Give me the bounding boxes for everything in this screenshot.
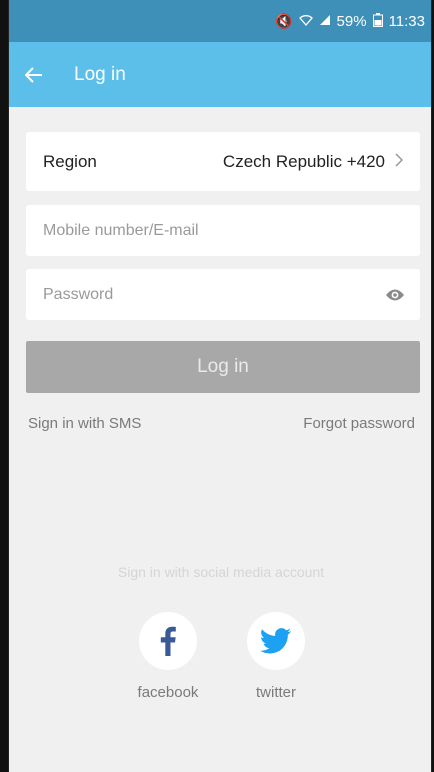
chevron-right-icon	[395, 152, 404, 172]
wifi-icon	[298, 13, 313, 29]
app-bar: Log in	[9, 42, 431, 107]
status-bar: 🔇 59% 11:33	[9, 0, 431, 42]
clock: 11:33	[388, 12, 425, 30]
mobile-field-container	[26, 205, 420, 256]
forgot-password-link[interactable]: Forgot password	[303, 415, 415, 432]
password-input[interactable]	[43, 285, 384, 304]
signal-icon	[319, 13, 331, 29]
password-field-container	[26, 269, 420, 320]
facebook-label: facebook	[137, 684, 199, 701]
region-label: Region	[43, 151, 97, 171]
social-login-heading: Sign in with social media account	[117, 564, 325, 580]
page-title: Log in	[74, 63, 126, 85]
battery-icon	[372, 12, 383, 30]
mobile-email-input[interactable]	[43, 221, 403, 240]
region-value: Czech Republic +420	[222, 151, 385, 171]
region-selector[interactable]: Region Czech Republic +420	[26, 132, 420, 191]
back-arrow-icon[interactable]	[19, 60, 49, 90]
facebook-login[interactable]: facebook	[133, 612, 203, 701]
sign-in-sms-link[interactable]: Sign in with SMS	[28, 415, 141, 432]
twitter-bird-icon[interactable]	[247, 612, 305, 670]
twitter-login[interactable]: twitter	[241, 612, 311, 701]
mute-icon: 🔇	[275, 12, 293, 29]
battery-percent: 59%	[336, 12, 367, 30]
phone-screen: 🔇 59% 11:33 Log in Region Czech Republic…	[8, 0, 432, 772]
facebook-icon[interactable]	[139, 612, 197, 670]
twitter-label: twitter	[255, 684, 296, 701]
login-button[interactable]: Log in	[26, 341, 420, 393]
show-password-eye-icon[interactable]	[384, 287, 406, 303]
